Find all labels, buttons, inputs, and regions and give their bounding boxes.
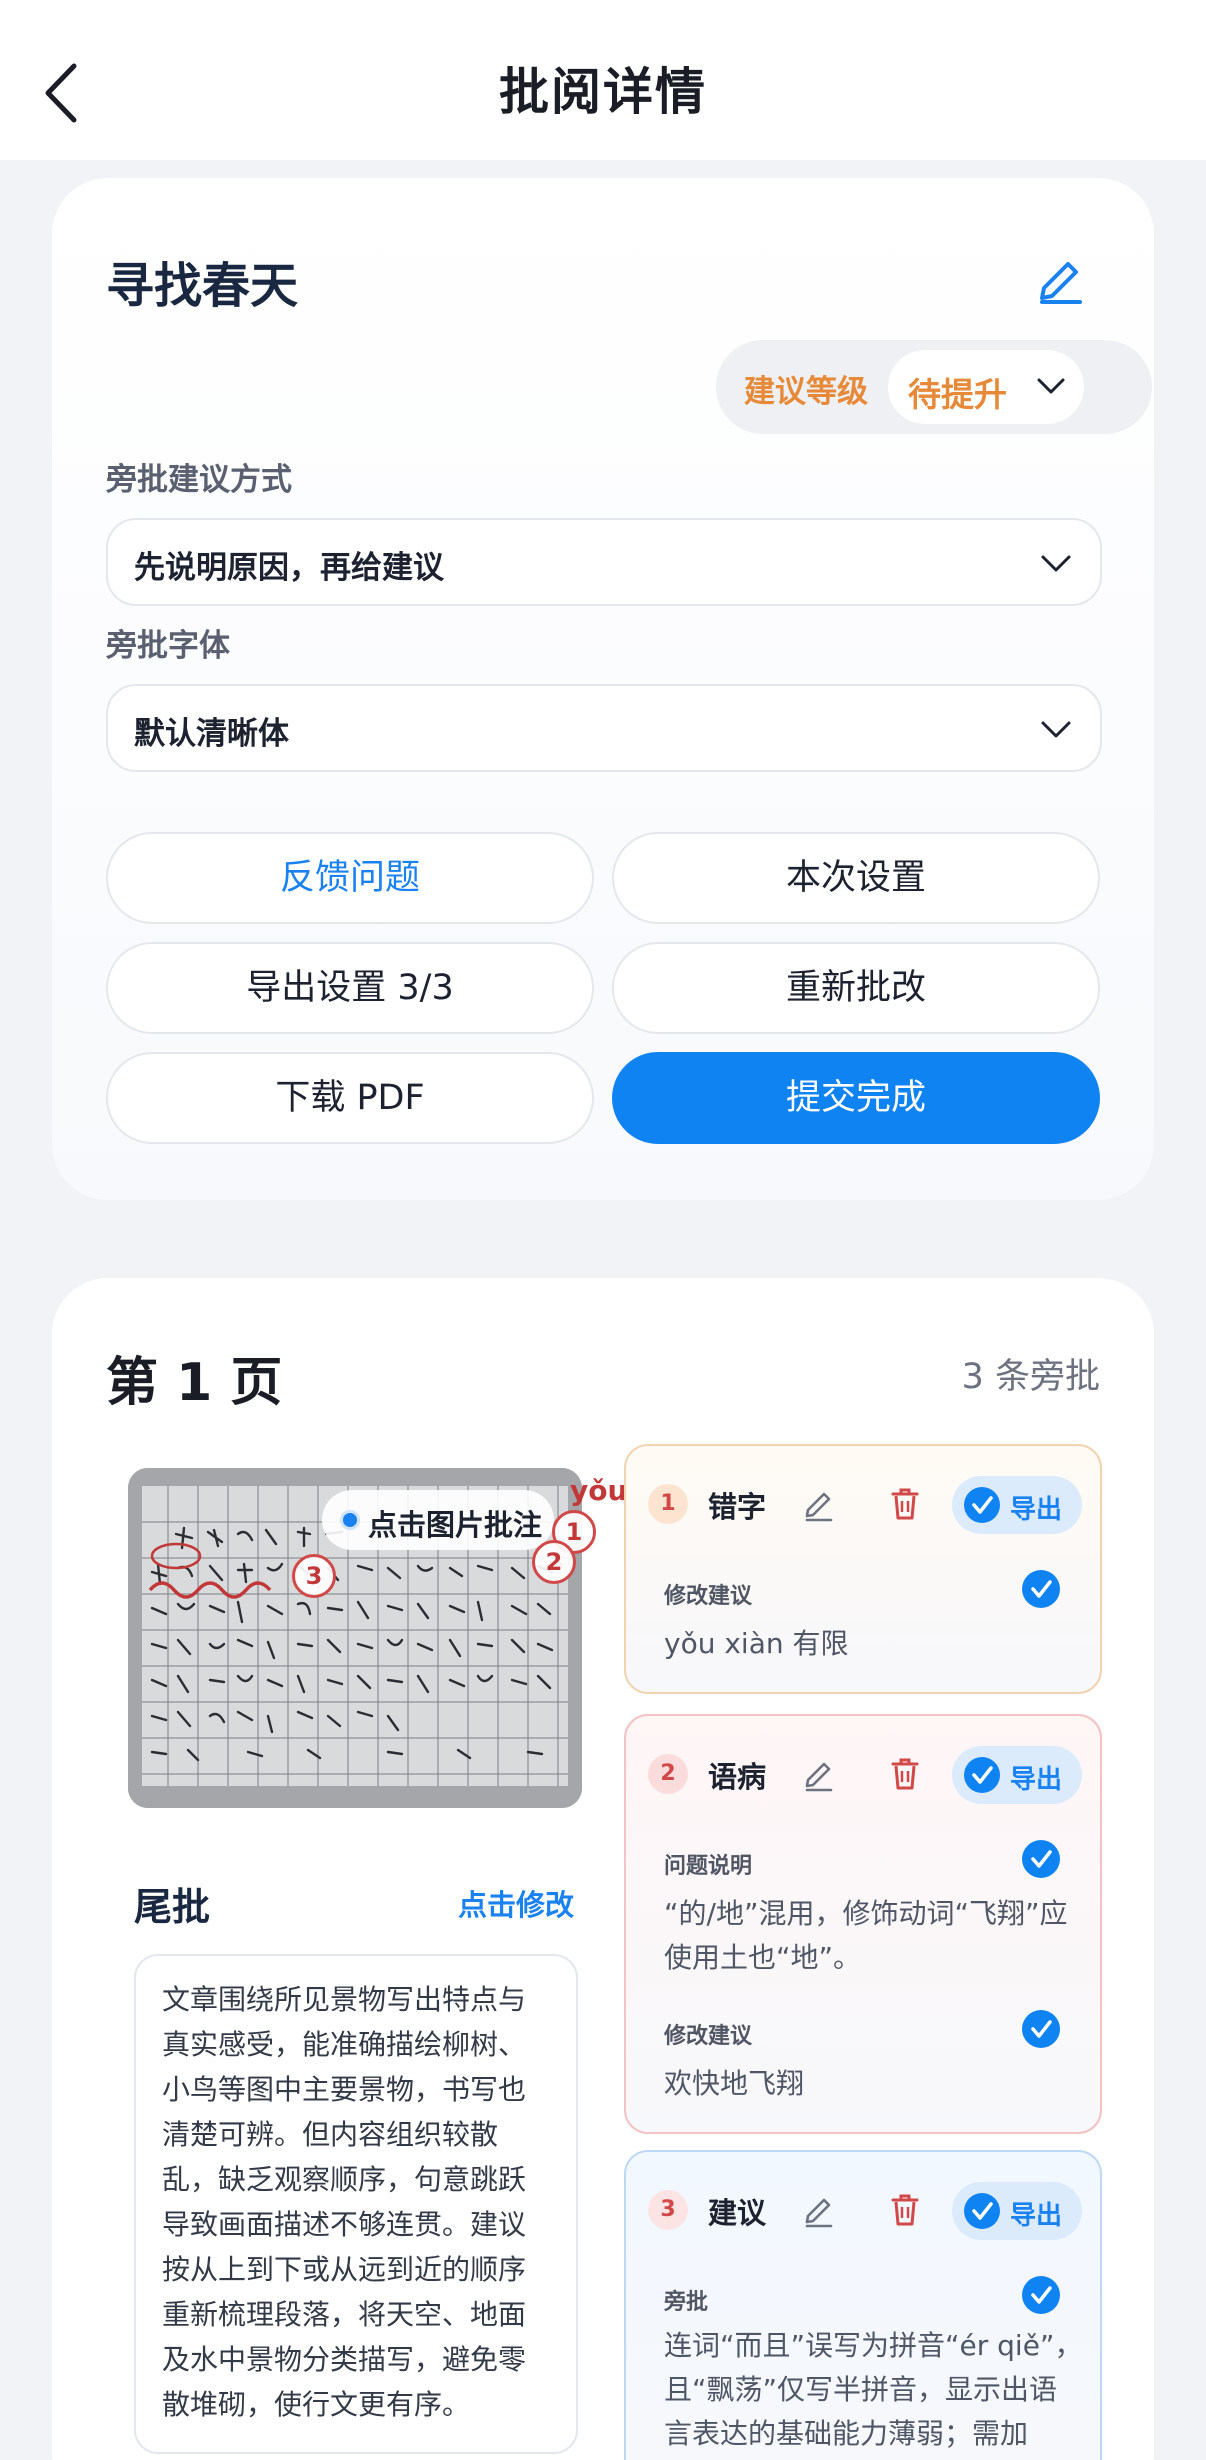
tail-comment-line: 按从上到下或从远到近的顺序 [162, 2253, 527, 2286]
section-text: 欢快地飞翔 [664, 2067, 805, 2100]
section-text: yǒu xiàn 有限 [664, 1627, 849, 1660]
method-label: 旁批建议方式 [106, 462, 292, 498]
pinyin-correction-mark: yǒu [570, 1474, 628, 1507]
section-text: 言表达的基础能力薄弱；需加 [664, 2417, 1029, 2450]
chevron-down-icon [1041, 555, 1071, 572]
annotation-type: 语病 [708, 1760, 767, 1794]
dot-icon [340, 1510, 360, 1530]
tail-comment-line: 真实感受，能准确描绘柳树、 [162, 2028, 527, 2061]
check-circle-icon [964, 1757, 1000, 1793]
annotation-card: 3 建议 导出 旁批 连词“而且”误写为拼音“ér qiě”， 且“飘荡”仅写半… [624, 2150, 1102, 2460]
feedback-button[interactable]: 反馈问题 [106, 832, 594, 924]
annotation-number: 2 [648, 1754, 688, 1794]
font-label: 旁批字体 [106, 628, 230, 664]
tail-comment-line: 及水中景物分类描写，避免零 [162, 2343, 527, 2376]
tail-comment-box[interactable]: 文章围绕所见景物写出特点与 真实感受，能准确描绘柳树、 小鸟等图中主要景物，书写… [134, 1954, 578, 2454]
method-value: 先说明原因，再给建议 [134, 550, 444, 586]
section-text: 连词“而且”误写为拼音“ér qiě”， [664, 2329, 1083, 2362]
check-circle-icon[interactable] [1022, 2276, 1060, 2314]
tail-comment-line: 文章围绕所见景物写出特点与 [162, 1983, 527, 2016]
annotation-number: 3 [648, 2190, 688, 2230]
tail-comment-line: 清楚可辨。但内容组织较散 [162, 2118, 499, 2151]
regrade-button[interactable]: 重新批改 [612, 942, 1100, 1034]
edit-pencil-icon[interactable] [800, 1486, 836, 1522]
export-settings-button[interactable]: 导出设置 3/3 [106, 942, 594, 1034]
export-label: 导出 [1010, 1765, 1063, 1795]
tail-comment-edit-link[interactable]: 点击修改 [458, 1882, 574, 1924]
method-select[interactable]: 先说明原因，再给建议 [106, 518, 1102, 606]
page-title: 批阅详情 [499, 63, 707, 121]
page-heading: 第 1 页 [106, 1353, 283, 1413]
tap-hint-text: 点击图片批注 [368, 1508, 543, 1542]
edit-pencil-icon[interactable] [800, 1756, 836, 1792]
check-circle-icon[interactable] [1022, 1840, 1060, 1878]
settings-card: 寻找春天 建议等级 待提升 旁批建议方式 先说明原因，再给建议 旁批字体 默认清… [52, 178, 1154, 1200]
tail-comment-title: 尾批 [134, 1885, 211, 1929]
essay-title: 寻找春天 [106, 258, 299, 314]
section-label: 修改建议 [664, 2024, 753, 2049]
annotation-card: 1 错字 导出 修改建议 yǒu xiàn 有限 [624, 1444, 1102, 1694]
grade-label: 建议等级 [744, 374, 868, 410]
check-circle-icon [964, 2193, 1000, 2229]
annotation-type: 错字 [708, 1490, 767, 1524]
submit-button[interactable]: 提交完成 [612, 1052, 1100, 1144]
grade-dropdown[interactable]: 待提升 [888, 350, 1084, 424]
grade-selector: 建议等级 待提升 [716, 340, 1152, 434]
grade-value: 待提升 [908, 375, 1007, 414]
annotation-pin-2[interactable]: 2 [532, 1540, 576, 1584]
annotation-pin-3[interactable]: 3 [292, 1554, 336, 1598]
trash-icon[interactable] [888, 1486, 922, 1522]
export-label: 导出 [1010, 1495, 1063, 1525]
trash-icon[interactable] [888, 1756, 922, 1792]
section-label: 问题说明 [664, 1854, 753, 1879]
section-text: 且“飘荡”仅写半拼音，显示出语 [664, 2373, 1058, 2406]
chevron-down-icon [1041, 721, 1071, 738]
annotation-count: 3 条旁批 [961, 1357, 1100, 1397]
check-circle-icon[interactable] [1022, 1570, 1060, 1608]
section-label: 旁批 [664, 2290, 709, 2315]
tail-comment-line: 小鸟等图中主要景物，书写也 [162, 2073, 527, 2106]
edit-pencil-icon[interactable] [1030, 248, 1090, 308]
check-circle-icon [964, 1487, 1000, 1523]
trash-icon[interactable] [888, 2192, 922, 2228]
export-toggle[interactable]: 导出 [952, 2182, 1082, 2240]
annotation-type: 建议 [708, 2196, 767, 2230]
section-text: “的/地”混用，修饰动词“飞翔”应 [664, 1897, 1068, 1930]
download-pdf-button[interactable]: 下载 PDF [106, 1052, 594, 1144]
export-toggle[interactable]: 导出 [952, 1746, 1082, 1804]
top-bar: 批阅详情 [0, 0, 1206, 160]
tail-comment-line: 乱，缺乏观察顺序，句意跳跃 [162, 2163, 527, 2196]
chevron-down-icon [1037, 378, 1065, 394]
export-label: 导出 [1010, 2201, 1063, 2231]
section-label: 修改建议 [664, 1584, 753, 1609]
annotation-number: 1 [648, 1484, 688, 1524]
font-select[interactable]: 默认清晰体 [106, 684, 1102, 772]
page-card: 第 1 页 3 条旁批 yǒu 点击图片批注 1 2 3 尾批 点击修改 文章围… [52, 1278, 1154, 2460]
section-text: 使用土也“地”。 [664, 1941, 862, 1974]
export-toggle[interactable]: 导出 [952, 1476, 1082, 1534]
check-circle-icon[interactable] [1022, 2010, 1060, 2048]
tail-comment-line: 重新梳理段落，将天空、地面 [162, 2298, 527, 2331]
tail-comment-line: 导致画面描述不够连贯。建议 [162, 2208, 527, 2241]
tap-to-annotate-hint[interactable]: 点击图片批注 [322, 1490, 554, 1550]
annotation-card: 2 语病 导出 问题说明 “的/地”混用，修饰动词“飞翔”应 使用土也“地”。 … [624, 1714, 1102, 2134]
session-settings-button[interactable]: 本次设置 [612, 832, 1100, 924]
font-value: 默认清晰体 [134, 716, 289, 752]
edit-pencil-icon[interactable] [800, 2192, 836, 2228]
tail-comment-line: 散堆砌，使行文更有序。 [162, 2388, 471, 2421]
